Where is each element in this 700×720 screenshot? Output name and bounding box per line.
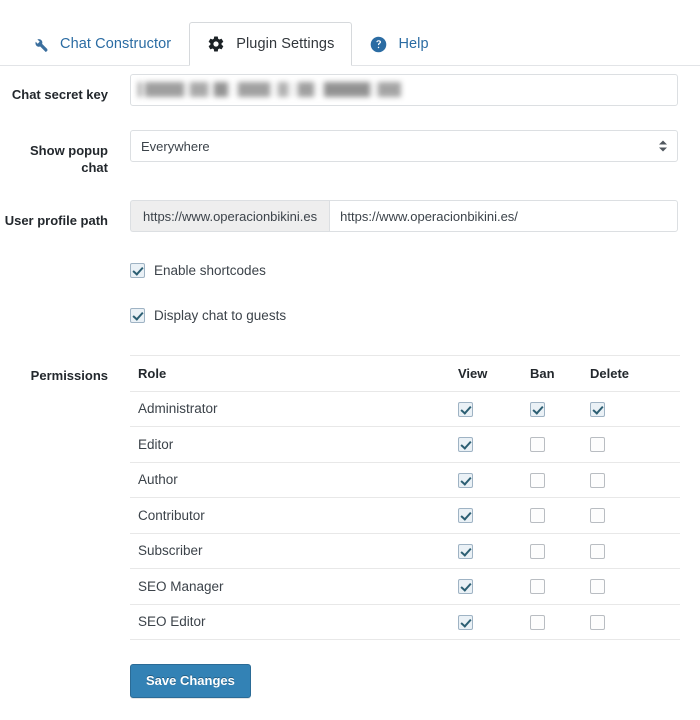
field-row-permissions: Permissions Role View Ban Delete Adminis… [0, 355, 680, 640]
label-chat-secret-key: Chat secret key [11, 87, 108, 102]
save-changes-button[interactable]: Save Changes [130, 664, 251, 698]
role-name-cell: Editor [130, 426, 458, 462]
table-row: SEO Editor [130, 603, 680, 640]
permissions-table-body: Administrator Editor Author Contributor Subs… [130, 390, 680, 640]
ban-permission-cell [530, 603, 590, 640]
delete-permission-cell [590, 390, 680, 427]
tab-label: Help [398, 36, 429, 52]
column-header-ban: Ban [530, 355, 590, 391]
role-name-cell: Subscriber [130, 532, 458, 569]
toggle-display-chat-to-guests[interactable]: Display chat to guests [130, 303, 678, 327]
tab-label: Plugin Settings [236, 36, 335, 52]
column-header-delete: Delete [590, 355, 680, 391]
field-row-toggles: Enable shortcodes Display chat to guests [0, 232, 678, 327]
delete-permission-checkbox[interactable] [590, 437, 605, 453]
delete-permission-checkbox[interactable] [590, 579, 605, 595]
wrench-icon [32, 36, 49, 53]
ban-permission-cell [530, 532, 590, 569]
help-circle-icon [370, 36, 387, 53]
delete-permission-checkbox[interactable] [590, 543, 605, 559]
enable-shortcodes-label: Enable shortcodes [154, 262, 266, 278]
ban-permission-checkbox[interactable] [530, 579, 545, 595]
ban-permission-checkbox[interactable] [530, 472, 545, 488]
delete-permission-checkbox[interactable] [590, 614, 605, 630]
label-toggles-spacer [0, 232, 108, 244]
view-permission-checkbox[interactable] [458, 508, 473, 524]
ban-permission-checkbox[interactable] [530, 543, 545, 559]
role-name-cell: Contributor [130, 497, 458, 533]
settings-form: Chat secret key Show popup chat User pro… [0, 66, 700, 698]
view-permission-checkbox[interactable] [458, 543, 473, 559]
label-user-profile-path: User profile path [4, 213, 108, 228]
view-permission-checkbox[interactable] [458, 401, 473, 417]
delete-permission-checkbox[interactable] [590, 472, 605, 488]
delete-permission-cell [590, 532, 680, 569]
view-permission-cell [458, 568, 530, 604]
display-chat-to-guests-checkbox[interactable] [130, 307, 145, 323]
view-permission-cell [458, 532, 530, 569]
delete-permission-cell [590, 426, 680, 462]
user-profile-path-input[interactable] [329, 200, 678, 232]
ban-permission-cell [530, 497, 590, 533]
user-profile-path-prefix: https://www.operacionbikini.es [130, 200, 330, 232]
tab-chat-constructor[interactable]: Chat Constructor [14, 22, 189, 66]
column-header-view: View [458, 355, 530, 391]
view-permission-cell [458, 426, 530, 462]
view-permission-checkbox[interactable] [458, 614, 473, 630]
tab-help[interactable]: Help [352, 22, 446, 66]
view-permission-checkbox[interactable] [458, 579, 473, 595]
field-row-chat-secret-key: Chat secret key [0, 66, 678, 106]
ban-permission-checkbox[interactable] [530, 614, 545, 630]
view-permission-checkbox[interactable] [458, 472, 473, 488]
ban-permission-checkbox[interactable] [530, 401, 545, 417]
role-name-cell: SEO Manager [130, 568, 458, 604]
delete-permission-checkbox[interactable] [590, 401, 605, 417]
role-name-cell: Author [130, 461, 458, 498]
table-row: Editor [130, 426, 680, 462]
ban-permission-cell [530, 390, 590, 427]
display-chat-to-guests-label: Display chat to guests [154, 307, 287, 323]
role-name-cell: Administrator [130, 390, 458, 427]
label-permissions: Permissions [30, 368, 108, 383]
ban-permission-checkbox[interactable] [530, 437, 545, 453]
view-permission-cell [458, 461, 530, 498]
gear-icon [207, 35, 225, 53]
view-permission-checkbox[interactable] [458, 437, 473, 453]
permissions-table: Role View Ban Delete Administrator Editor… [130, 355, 680, 640]
label-show-popup-chat: Show popup chat [30, 143, 108, 175]
role-name-cell: SEO Editor [130, 603, 458, 640]
view-permission-cell [458, 390, 530, 427]
table-row: Author [130, 461, 680, 498]
tab-label: Chat Constructor [60, 36, 172, 52]
field-row-user-profile-path: User profile path https://www.operacionb… [0, 176, 678, 232]
view-permission-cell [458, 603, 530, 640]
table-row: SEO Manager [130, 568, 680, 604]
toggle-enable-shortcodes[interactable]: Enable shortcodes [130, 258, 678, 282]
delete-permission-cell [590, 497, 680, 533]
tab-bar: Chat Constructor Plugin Settings Help [0, 0, 700, 66]
ban-permission-checkbox[interactable] [530, 508, 545, 524]
column-header-role: Role [130, 355, 458, 391]
ban-permission-cell [530, 461, 590, 498]
show-popup-chat-select[interactable] [130, 130, 678, 162]
field-row-show-popup-chat: Show popup chat [0, 106, 678, 176]
ban-permission-cell [530, 426, 590, 462]
delete-permission-cell [590, 603, 680, 640]
ban-permission-cell [530, 568, 590, 604]
table-row: Contributor [130, 497, 680, 533]
table-row: Subscriber [130, 532, 680, 569]
table-header-row: Role View Ban Delete [130, 355, 680, 391]
delete-permission-cell [590, 568, 680, 604]
enable-shortcodes-checkbox[interactable] [130, 262, 145, 278]
view-permission-cell [458, 497, 530, 533]
delete-permission-cell [590, 461, 680, 498]
chat-secret-key-input[interactable] [130, 74, 678, 106]
form-actions: Save Changes [0, 640, 678, 698]
tab-plugin-settings[interactable]: Plugin Settings [189, 22, 353, 66]
table-row: Administrator [130, 390, 680, 427]
delete-permission-checkbox[interactable] [590, 508, 605, 524]
